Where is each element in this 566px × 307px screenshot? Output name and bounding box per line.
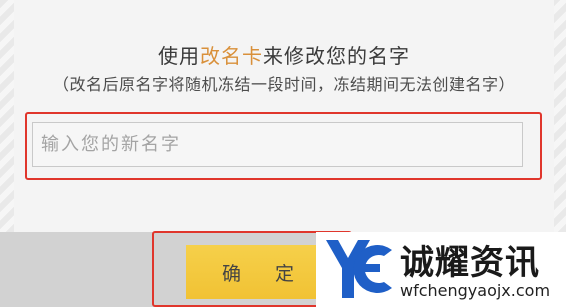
- dialog-title: 使用改名卡来修改您的名字: [14, 40, 554, 69]
- confirm-button[interactable]: 确 定: [186, 245, 336, 299]
- title-suffix: 来修改您的名字: [263, 44, 410, 68]
- new-name-input[interactable]: [32, 122, 523, 167]
- left-edge-pattern: [0, 0, 14, 232]
- yc-logo-icon: [326, 240, 392, 298]
- watermark-title: 诚耀资讯: [400, 243, 540, 283]
- rename-card-label: 改名卡: [200, 44, 263, 68]
- title-prefix: 使用: [158, 44, 200, 68]
- watermark-url: wfchengyaojx.com: [400, 281, 551, 300]
- dialog-subtitle: （改名后原名字将随机冻结一段时间，冻结期间无法创建名字）: [52, 75, 515, 94]
- watermark: 诚耀资讯 wfchengyaojx.com: [316, 232, 566, 307]
- right-edge-pattern: [552, 0, 566, 232]
